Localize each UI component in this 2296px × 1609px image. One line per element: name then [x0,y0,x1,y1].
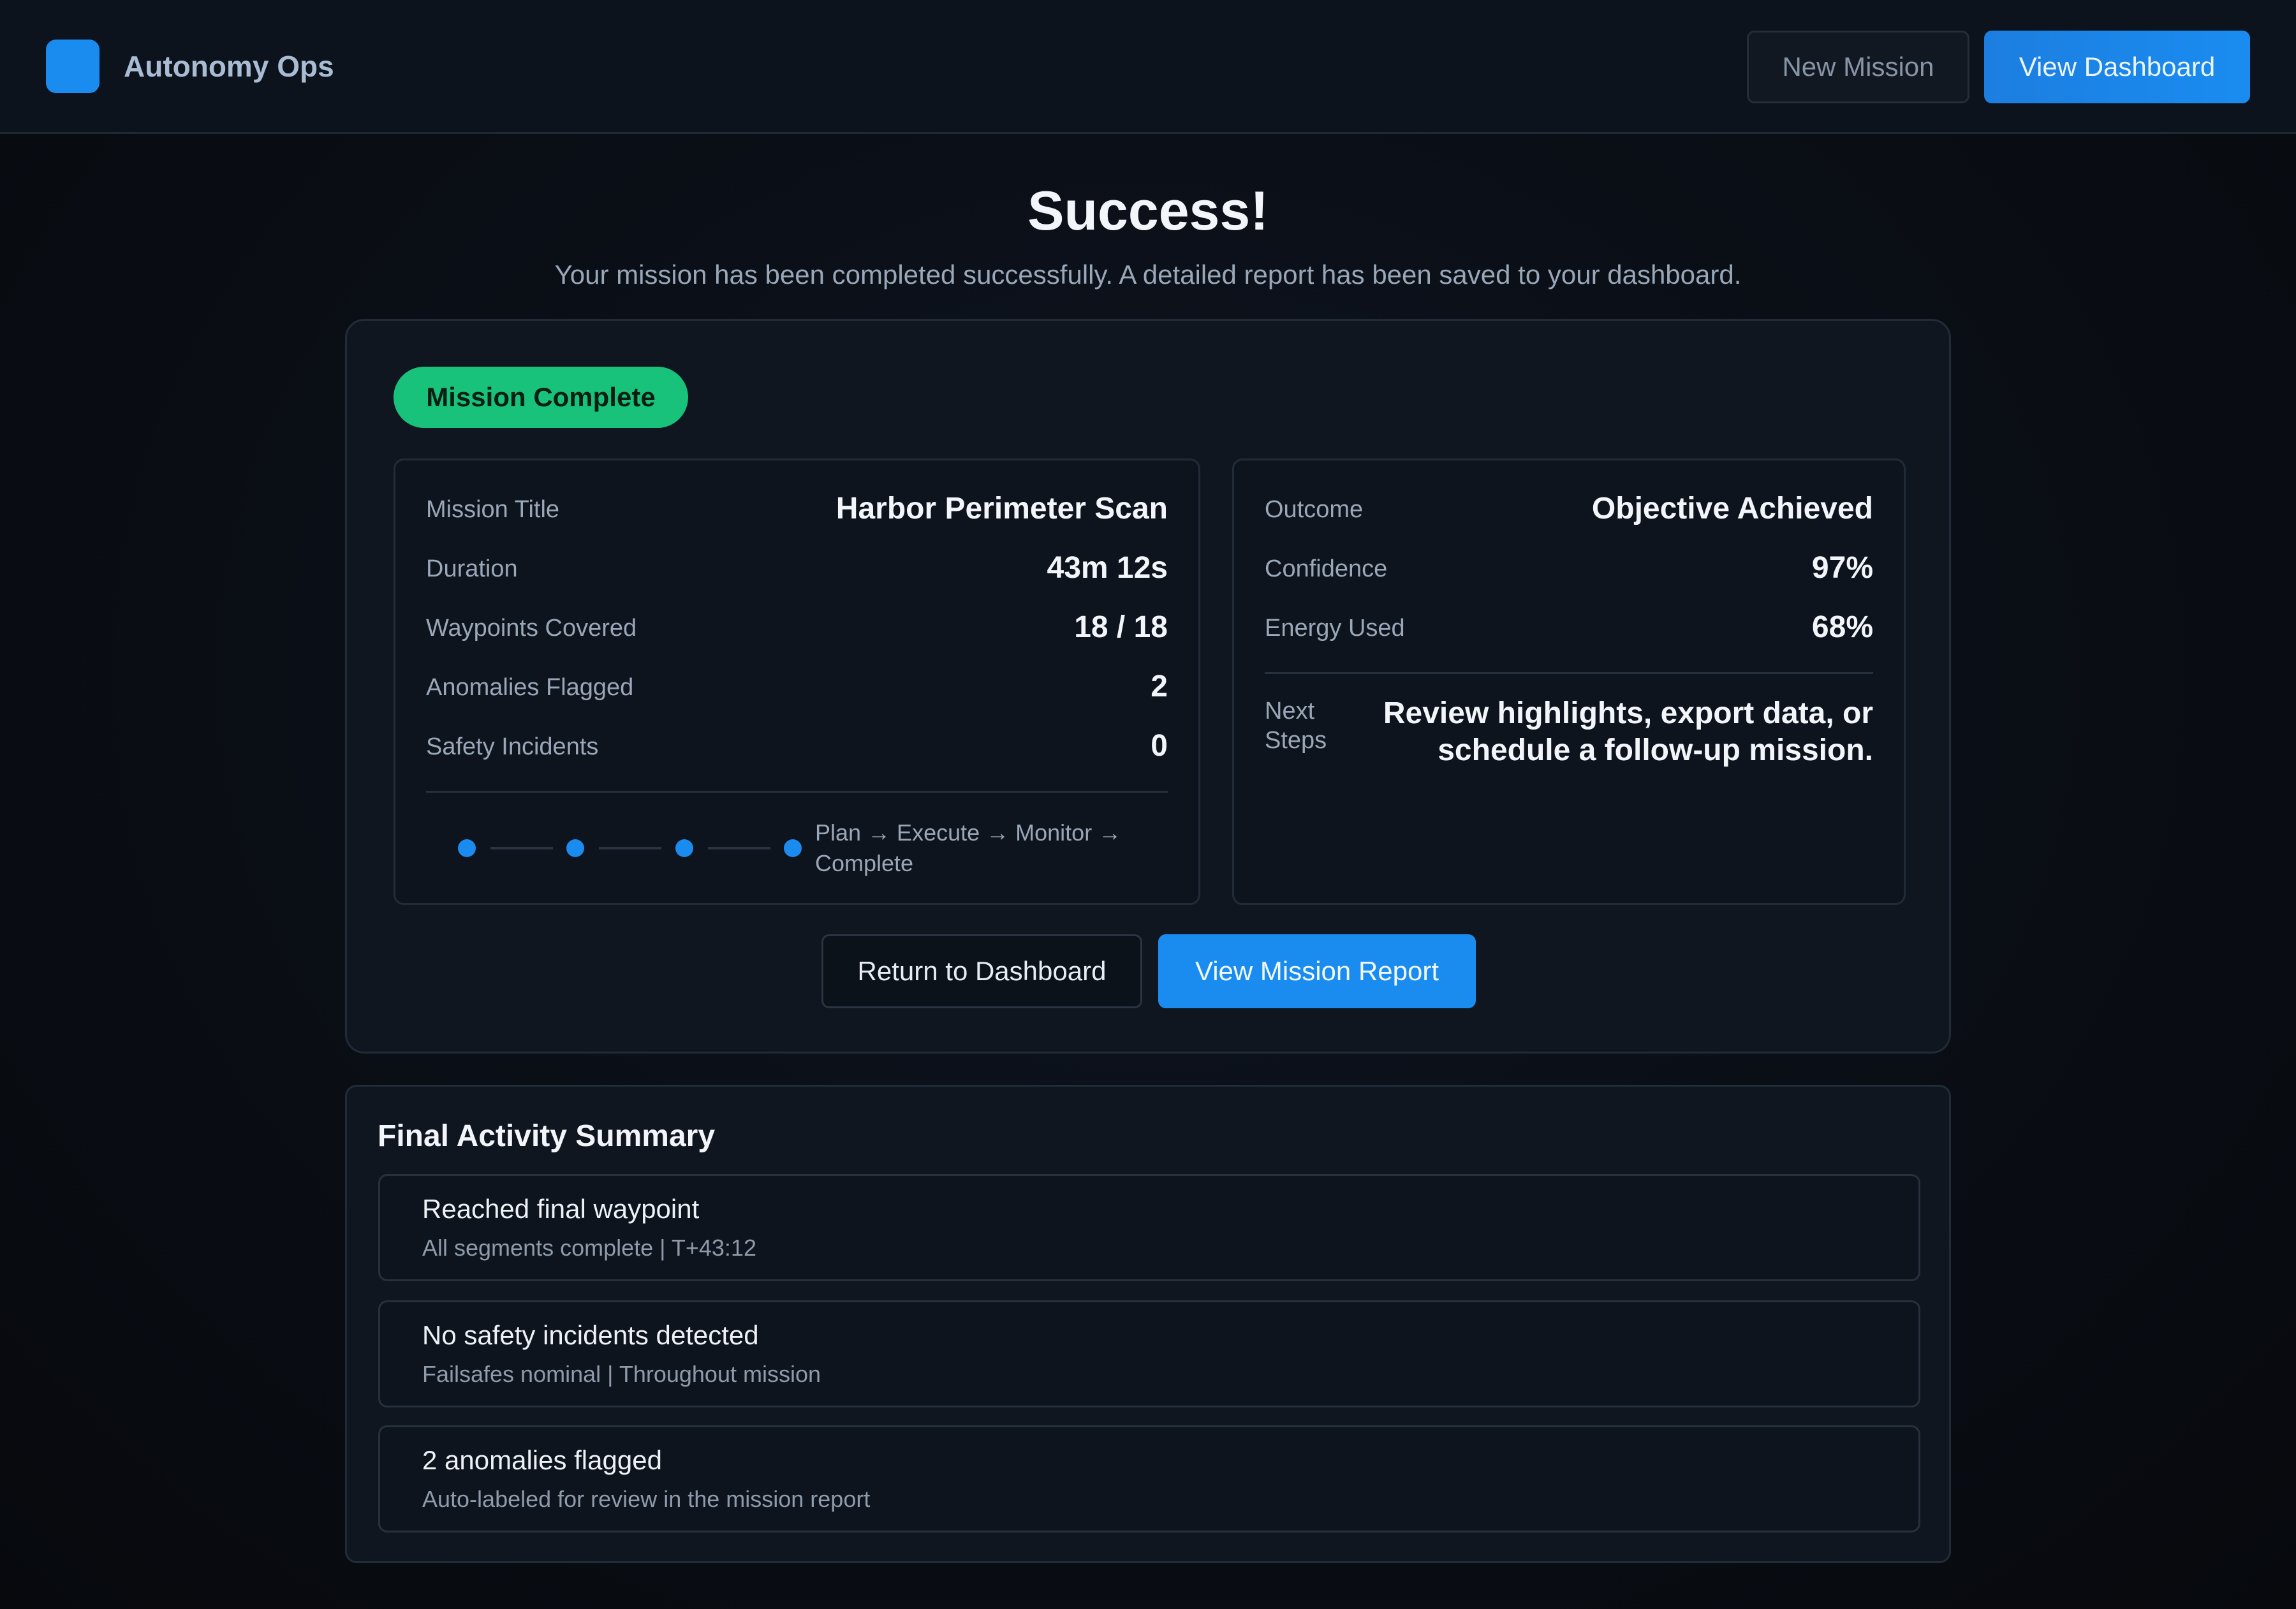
step-dot-icon [784,839,802,857]
detail-row-safety-incidents: Safety Incidents 0 [426,728,1168,767]
detail-label: Waypoints Covered [426,615,637,642]
detail-label: Duration [426,555,518,582]
step-dot-icon [675,839,693,857]
step-connector [708,847,770,849]
outcome-panel: Outcome Objective Achieved Confidence 97… [1232,459,1906,905]
stepper-label: Plan → Execute → Monitor → Complete [815,819,1122,876]
mission-stepper: Plan → Execute → Monitor → Complete [426,818,1172,881]
list-item-subtitle: All segments complete | T+43:12 [422,1235,756,1261]
activity-title: Final Activity Summary [378,1119,716,1153]
next-steps-value: Review highlights, export data, or sched… [1383,696,1873,767]
next-steps-label: Next Steps [1265,698,1327,754]
mission-summary-card: Mission Complete Mission Title Harbor Pe… [345,319,1951,1054]
step-connector [599,847,661,849]
step-dot-icon [566,839,584,857]
step-dot-icon [458,839,476,857]
divider [426,791,1168,793]
list-item-title: Reached final waypoint [422,1194,700,1224]
outcome-row-energy: Energy Used 68% [1265,610,1873,648]
mission-details-panel: Mission Title Harbor Perimeter Scan Dura… [394,459,1200,905]
new-mission-button[interactable]: New Mission [1747,31,1969,103]
detail-value: Harbor Perimeter Scan [835,492,1168,525]
outcome-label: Outcome [1265,496,1364,523]
view-dashboard-button[interactable]: View Dashboard [1984,31,2250,103]
outcome-label: Confidence [1265,555,1388,582]
return-to-dashboard-button[interactable]: Return to Dashboard [821,934,1142,1008]
detail-row-mission-title: Mission Title Harbor Perimeter Scan [426,491,1168,529]
detail-row-duration: Duration 43m 12s [426,550,1168,589]
view-mission-report-button[interactable]: View Mission Report [1158,934,1476,1008]
detail-value: 18 / 18 [1074,610,1168,644]
detail-row-waypoints: Waypoints Covered 18 / 18 [426,610,1168,648]
list-item-title: No safety incidents detected [422,1320,759,1350]
list-item[interactable]: 2 anomalies flagged Auto-labeled for rev… [378,1425,1920,1532]
divider [1265,672,1873,674]
detail-value: 43m 12s [1047,551,1168,585]
outcome-label: Energy Used [1265,615,1405,642]
brand-logo-icon [46,40,99,93]
brand-name: Autonomy Ops [124,50,334,83]
top-nav-bar: Autonomy Ops New Mission View Dashboard [0,0,2296,134]
outcome-row-confidence: Confidence 97% [1265,550,1873,589]
list-item-title: 2 anomalies flagged [422,1445,662,1475]
outcome-value: 97% [1811,551,1873,585]
list-item[interactable]: Reached final waypoint All segments comp… [378,1174,1920,1281]
page-subtitle: Your mission has been completed successf… [554,260,1742,290]
brand[interactable]: Autonomy Ops [46,40,334,93]
detail-label: Mission Title [426,496,560,523]
outcome-value: 68% [1811,610,1873,644]
detail-label: Anomalies Flagged [426,674,634,701]
detail-row-anomalies: Anomalies Flagged 2 [426,669,1168,707]
list-item[interactable]: No safety incidents detected Failsafes n… [378,1300,1920,1407]
detail-value: 2 [1151,670,1168,703]
page-title: Success! [1027,180,1269,242]
list-item-subtitle: Failsafes nominal | Throughout mission [422,1361,821,1387]
detail-value: 0 [1151,729,1168,763]
status-badge: Mission Complete [394,367,688,428]
outcome-row-outcome: Outcome Objective Achieved [1265,491,1873,529]
activity-summary-card: Final Activity Summary Reached final way… [345,1085,1951,1563]
detail-label: Safety Incidents [426,733,599,760]
list-item-subtitle: Auto-labeled for review in the mission r… [422,1486,871,1512]
step-connector [490,847,553,849]
outcome-value: Objective Achieved [1591,492,1873,525]
